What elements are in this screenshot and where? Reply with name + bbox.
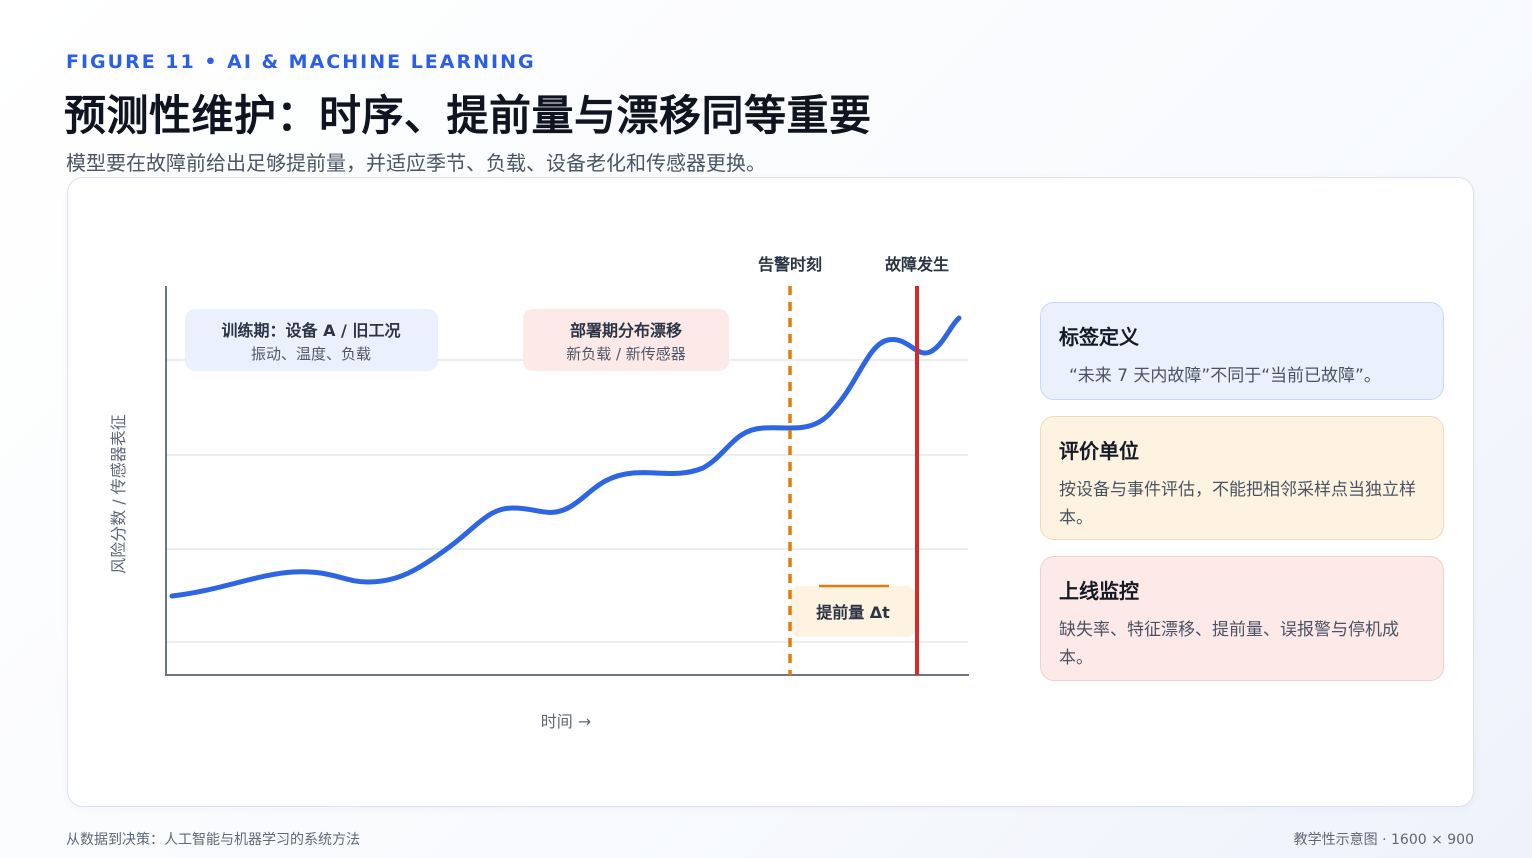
evaluation-unit-text: 按设备与事件评估，不能把相邻采样点当独立样本。: [1059, 480, 1416, 528]
label-definition-box: 标签定义 “未来 7 天内故障”不同于“当前已故障”。: [1040, 302, 1444, 400]
slide: FIGURE 11 • AI & MACHINE LEARNING 预测性维护：…: [0, 0, 1532, 858]
online-monitoring-text: 缺失率、特征漂移、提前量、误报警与停机成本。: [1059, 620, 1399, 668]
evaluation-unit-box: 评价单位 按设备与事件评估，不能把相邻采样点当独立样本。: [1040, 416, 1444, 540]
page-title: 预测性维护：时序、提前量与漂移同等重要: [64, 91, 872, 140]
x-axis-label: 时间 →: [541, 712, 592, 731]
alert-line-label: 告警时刻: [758, 255, 822, 274]
training-box-title: 训练期：设备 A / 旧工况: [222, 321, 401, 340]
evaluation-unit-title: 评价单位: [1059, 439, 1139, 463]
footer-figure-note: 教学性示意图 · 1600 × 900: [1293, 832, 1474, 848]
page-subtitle: 模型要在故障前给出足够提前量，并适应季节、负载、设备老化和传感器更换。: [66, 151, 766, 175]
drift-box-title: 部署期分布漂移: [570, 321, 682, 340]
drift-box-subtitle: 新负载 / 新传感器: [566, 345, 686, 363]
figure-kicker: FIGURE 11 • AI & MACHINE LEARNING: [66, 51, 536, 73]
training-box-subtitle: 振动、温度、负载: [251, 345, 371, 363]
footer-book-title: 从数据到决策：人工智能与机器学习的系统方法: [66, 832, 360, 848]
label-definition-text: “未来 7 天内故障”不同于“当前已故障”。: [1069, 366, 1381, 386]
online-monitoring-box: 上线监控 缺失率、特征漂移、提前量、误报警与停机成本。: [1040, 556, 1444, 681]
label-definition-title: 标签定义: [1059, 325, 1139, 349]
failure-line-label: 故障发生: [885, 255, 949, 274]
online-monitoring-title: 上线监控: [1059, 579, 1139, 603]
lead-time-label: 提前量 Δt: [816, 603, 890, 622]
y-axis-label: 风险分数 / 传感器表征: [109, 414, 128, 574]
